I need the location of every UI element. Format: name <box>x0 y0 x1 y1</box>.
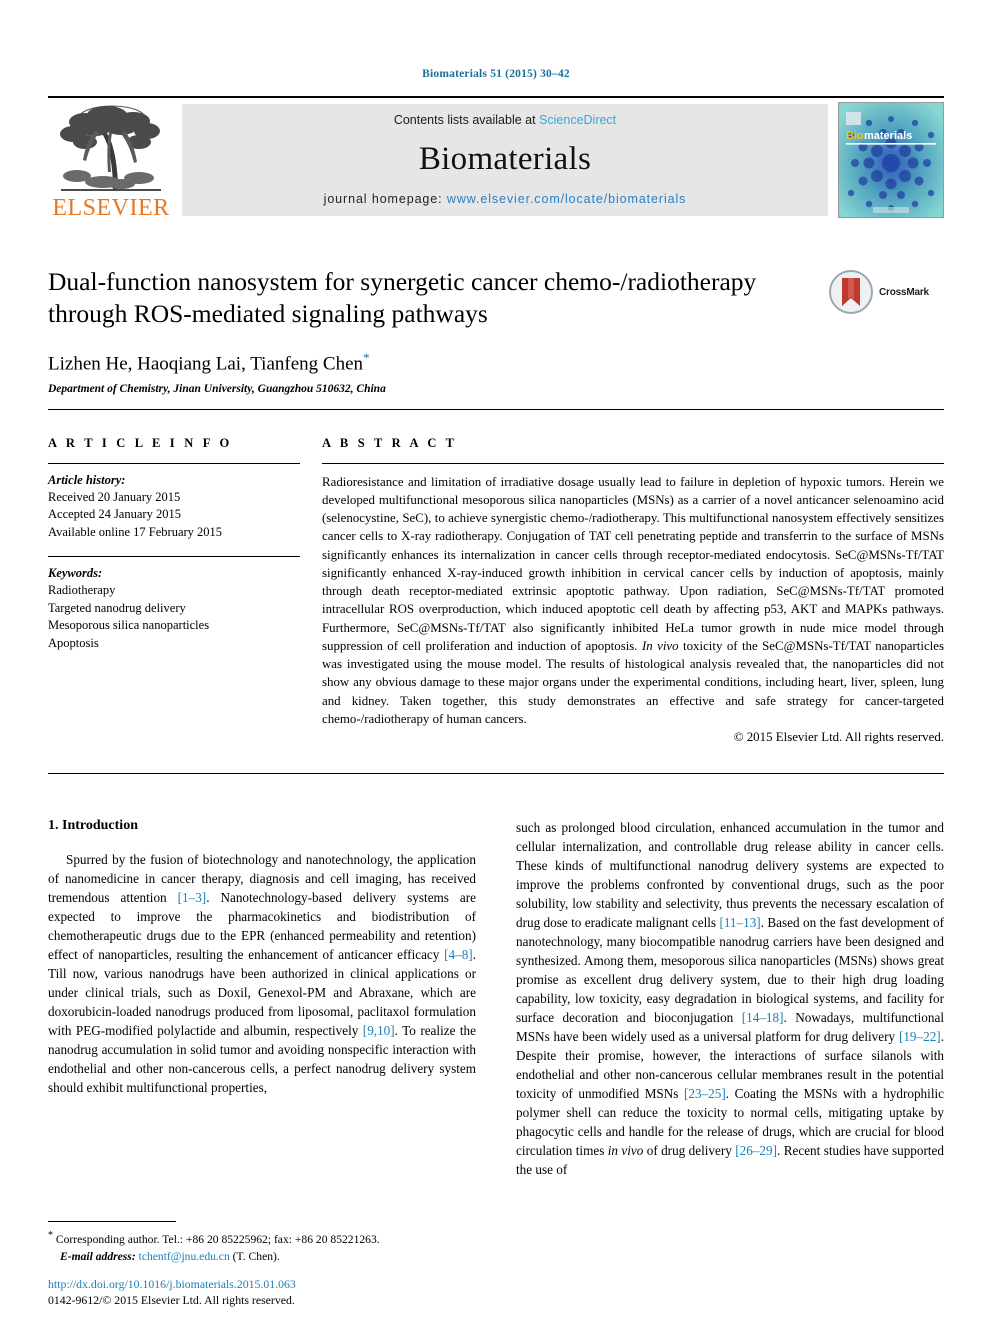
divider-above-body <box>48 773 944 775</box>
citation-ref[interactable]: [1–3] <box>178 890 207 905</box>
intro-paragraph-left: Spurred by the fusion of biotechnology a… <box>48 850 476 1097</box>
footnote-divider <box>48 1221 176 1223</box>
keyword-item: Mesoporous silica nanoparticles <box>48 618 210 633</box>
section-heading-introduction: 1. Introduction <box>48 818 138 834</box>
article-info-column: A R T I C L E I N F O Article history: R… <box>48 436 322 746</box>
keyword-item: Radiotherapy <box>48 582 116 597</box>
history-online: Available online 17 February 2015 <box>48 525 223 540</box>
citation-ref[interactable]: [23–25] <box>684 1086 726 1101</box>
abstract-rule <box>322 462 944 464</box>
running-head: Biomaterials 51 (2015) 30–42 <box>422 68 570 80</box>
email-address-label: E-mail address: <box>60 1249 136 1263</box>
intro-right-a: such as prolonged blood circulation, enh… <box>516 820 944 931</box>
sciencedirect-link[interactable]: ScienceDirect <box>539 113 616 127</box>
divider-above-info <box>48 408 944 410</box>
crossmark-icon <box>829 270 873 314</box>
abstract-copyright: © 2015 Elsevier Ltd. All rights reserved… <box>733 730 944 745</box>
intro-right-f: of drug delivery <box>643 1143 736 1159</box>
journal-cover-thumbnail: Bio materials <box>838 102 944 218</box>
corresponding-author-marker: * <box>363 350 370 366</box>
svg-text:materials: materials <box>864 130 912 142</box>
title-line-2: through ROS-mediated signaling pathways <box>48 299 488 329</box>
abstract-part-1: Radioresistance and limitation of irradi… <box>322 474 944 653</box>
citation-ref[interactable]: [19–22] <box>899 1029 941 1044</box>
homepage-prefix: journal homepage: <box>323 192 447 206</box>
journal-banner: ELSEVIER Contents lists available at Sci… <box>48 96 944 222</box>
doi-link[interactable]: http://dx.doi.org/10.1016/j.biomaterials… <box>48 1276 508 1293</box>
title-block: Dual-function nanosystem for synergetic … <box>48 266 944 395</box>
intro-right-italic: in vivo <box>607 1143 644 1159</box>
intro-right-b: . Based on the fast development of nanot… <box>516 915 945 1026</box>
elsevier-logo: ELSEVIER <box>48 98 174 222</box>
intro-paragraph-right: such as prolonged blood circulation, enh… <box>516 818 944 1179</box>
history-received: Received 20 January 2015 <box>48 489 181 504</box>
keyword-item: Apoptosis <box>48 636 99 651</box>
citation-ref[interactable]: [11–13] <box>719 915 760 930</box>
paper-page: Biomaterials 51 (2015) 30–42 ELSEVIER Co… <box>0 0 992 1323</box>
elsevier-tree-icon <box>55 104 167 196</box>
info-abstract-section: A R T I C L E I N F O Article history: R… <box>48 436 944 746</box>
journal-banner-center: Contents lists available at ScienceDirec… <box>182 104 828 216</box>
authors-names: Lizhen He, Haoqiang Lai, Tianfeng Chen <box>48 353 364 375</box>
contents-lists-line: Contents lists available at ScienceDirec… <box>394 113 616 127</box>
keywords-label: Keywords: <box>48 565 103 580</box>
contents-prefix: Contents lists available at <box>393 113 540 127</box>
crossmark-badge[interactable]: CrossMark <box>828 268 944 316</box>
abstract-heading: A B S T R A C T <box>322 435 458 450</box>
citation-ref[interactable]: [26–29] <box>735 1143 777 1158</box>
body-column-right: such as prolonged blood circulation, enh… <box>516 818 944 1179</box>
citation-ref[interactable]: [4–8] <box>444 947 473 962</box>
elsevier-wordmark: ELSEVIER <box>52 195 170 221</box>
journal-homepage-line: journal homepage: www.elsevier.com/locat… <box>324 192 687 206</box>
keyword-item: Targeted nanodrug delivery <box>48 600 186 615</box>
email-link[interactable]: tchentf@jnu.edu.cn <box>139 1250 230 1263</box>
citation-ref[interactable]: [9,10] <box>363 1023 395 1038</box>
history-accepted: Accepted 24 January 2015 <box>48 507 181 522</box>
abstract-italic-phrase: In vivo <box>641 638 679 653</box>
body-columns: 1. Introduction Spurred by the fusion of… <box>48 818 944 1179</box>
keywords-rule <box>48 555 300 557</box>
issn-copyright-line: 0142-9612/© 2015 Elsevier Ltd. All right… <box>48 1293 295 1308</box>
page-title: Dual-function nanosystem for synergetic … <box>48 266 944 330</box>
journal-title: Biomaterials <box>418 141 592 177</box>
body-column-left: 1. Introduction Spurred by the fusion of… <box>48 818 476 1179</box>
email-suffix: (T. Chen). <box>229 1249 280 1263</box>
corresponding-author-text: Corresponding author. Tel.: +86 20 85225… <box>53 1233 380 1247</box>
corresponding-author-note: * Corresponding author. Tel.: +86 20 852… <box>48 1229 452 1265</box>
article-info-rule <box>48 462 300 464</box>
citation-ref[interactable]: [14–18] <box>742 1010 784 1025</box>
footnote-block: * Corresponding author. Tel.: +86 20 852… <box>48 1221 452 1265</box>
title-line-1: Dual-function nanosystem for synergetic … <box>48 267 757 296</box>
affiliation: Department of Chemistry, Jinan Universit… <box>48 382 386 395</box>
crossmark-label: CrossMark <box>879 286 929 298</box>
article-info-heading: A R T I C L E I N F O <box>48 435 233 450</box>
svg-text:Bio: Bio <box>846 130 864 142</box>
journal-homepage-link[interactable]: www.elsevier.com/locate/biomaterials <box>447 192 686 206</box>
article-history-label: Article history: <box>48 472 126 487</box>
author-list: Lizhen He, Haoqiang Lai, Tianfeng Chen* <box>48 350 944 375</box>
doi-block: http://dx.doi.org/10.1016/j.biomaterials… <box>48 1276 508 1309</box>
abstract-column: A B S T R A C T Radioresistance and limi… <box>322 436 944 746</box>
abstract-text: Radioresistance and limitation of irradi… <box>322 473 944 729</box>
